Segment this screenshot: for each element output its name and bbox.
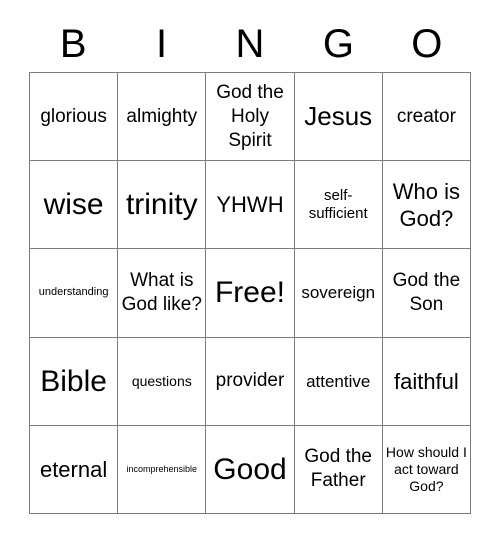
bingo-cell-r4c2[interactable]: questions — [118, 337, 207, 426]
bingo-cell-label: What is God like? — [121, 269, 202, 315]
bingo-cell-r5c5[interactable]: How should I act toward God? — [382, 425, 471, 514]
bingo-cell-r2c2[interactable]: trinity — [118, 161, 207, 250]
bingo-cell-r2c4[interactable]: self-sufficient — [294, 161, 383, 250]
bingo-cell-label: incomprehensible — [126, 463, 198, 474]
bingo-cell-label: God the Son — [392, 269, 461, 315]
bingo-cell-label: almighty — [126, 105, 198, 127]
bingo-cell-r4c4[interactable]: attentive — [294, 337, 383, 426]
bingo-cell-r4c5[interactable]: faithful — [382, 337, 471, 426]
bingo-cell-label: attentive — [306, 371, 371, 391]
bingo-cell-free-space[interactable]: Free! — [206, 249, 295, 338]
bingo-cell-label: understanding — [38, 286, 109, 299]
bingo-cell-label: How should I act toward God? — [385, 443, 467, 494]
bingo-cell-label: Free! — [214, 276, 285, 310]
bingo-cell-label: Good — [213, 452, 287, 486]
bingo-cell-label: YHWH — [216, 192, 284, 218]
bingo-header-letter-i: I — [156, 22, 168, 66]
bingo-cell-r3c1[interactable]: understanding — [30, 249, 119, 338]
bingo-cell-r5c3[interactable]: Good — [206, 425, 295, 514]
bingo-cell-label: God the Holy Spirit — [216, 81, 284, 151]
bingo-header-letter-o: O — [411, 22, 443, 66]
bingo-cell-label: Bible — [40, 364, 107, 398]
bingo-cell-label: provider — [215, 370, 285, 392]
bingo-cell-r4c1[interactable]: Bible — [30, 337, 119, 426]
bingo-cell-label: sovereign — [301, 283, 376, 303]
bingo-header-letter-n: N — [235, 22, 265, 66]
bingo-cell-r1c3[interactable]: God the Holy Spirit — [206, 73, 295, 162]
bingo-cell-r3c4[interactable]: sovereign — [294, 249, 383, 338]
bingo-cell-label: Who is God? — [392, 178, 461, 231]
bingo-cell-r5c2[interactable]: incomprehensible — [118, 425, 207, 514]
bingo-cell-r1c4[interactable]: Jesus — [294, 73, 383, 162]
bingo-cell-label: God the Father — [304, 446, 372, 492]
bingo-cell-r5c4[interactable]: God the Father — [294, 425, 383, 514]
bingo-cell-r3c5[interactable]: God the Son — [382, 249, 471, 338]
bingo-card: B I N G O glorious almighty God the Holy… — [0, 0, 500, 544]
bingo-cell-r3c2[interactable]: What is God like? — [118, 249, 207, 338]
bingo-cell-label: questions — [131, 372, 192, 389]
bingo-cell-r1c1[interactable]: glorious — [30, 73, 119, 162]
bingo-cell-label: trinity — [125, 188, 198, 222]
bingo-cell-r1c5[interactable]: creator — [382, 73, 471, 162]
bingo-cell-r2c1[interactable]: wise — [30, 161, 119, 250]
bingo-cell-r4c3[interactable]: provider — [206, 337, 295, 426]
bingo-cell-r1c2[interactable]: almighty — [118, 73, 207, 162]
bingo-cell-r2c3[interactable]: YHWH — [206, 161, 295, 250]
bingo-cell-label: self-sufficient — [308, 186, 368, 222]
bingo-header-letter-b: B — [59, 22, 87, 66]
bingo-cell-label: glorious — [40, 105, 107, 127]
bingo-cell-r5c1[interactable]: eternal — [30, 425, 119, 514]
bingo-cell-label: Jesus — [304, 101, 373, 132]
bingo-header-letter-g: G — [322, 22, 354, 66]
bingo-cell-label: faithful — [393, 368, 459, 394]
bingo-cell-label: eternal — [39, 456, 108, 482]
bingo-grid: glorious almighty God the Holy Spirit Je… — [29, 72, 471, 514]
bingo-cell-r2c5[interactable]: Who is God? — [382, 161, 471, 250]
bingo-cell-label: wise — [43, 188, 104, 222]
bingo-cell-label: creator — [396, 105, 456, 127]
bingo-header-row: B I N G O — [29, 16, 471, 72]
